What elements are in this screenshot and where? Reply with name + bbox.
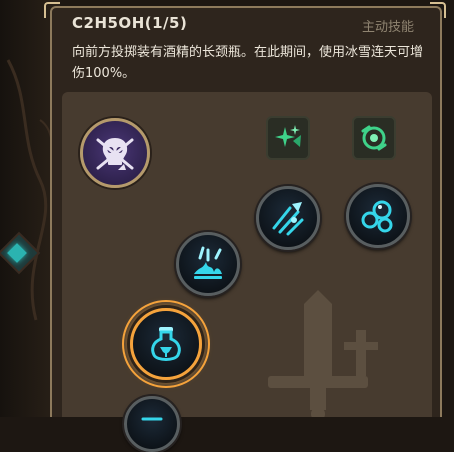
passive-slot-shield[interactable] (352, 116, 396, 160)
skill-description: 向前方投掷装有酒精的长颈瓶。在此期间，使用冰雪连天可增伤100%。 (72, 45, 424, 81)
bubble-orbs-icon (358, 196, 398, 236)
sparkle-wing-icon (273, 123, 303, 153)
skull-bone-icon (92, 130, 138, 176)
skill-node-flask-selected[interactable] (130, 308, 202, 380)
skill-node-bubbles[interactable] (346, 184, 410, 248)
partial-node-icon (137, 409, 167, 439)
claw-slash-icon (268, 198, 308, 238)
sword-watermark-icon (268, 290, 378, 417)
passive-slot-sparkle[interactable] (266, 116, 310, 160)
tooltip-header: C2H5OH(1/5) 主动技能 (72, 14, 414, 38)
skill-node-splash[interactable] (176, 232, 240, 296)
skill-node-partial[interactable] (124, 396, 180, 452)
splash-impact-icon (188, 244, 228, 284)
panel-corner-ornament (44, 2, 60, 18)
skill-type-label: 主动技能 (361, 20, 414, 35)
panel-corner-ornament (430, 2, 446, 18)
flask-bottle-icon (145, 323, 187, 365)
shield-eye-icon (359, 123, 389, 153)
main-skill-node[interactable] (80, 118, 150, 188)
skill-node-claw[interactable] (256, 186, 320, 250)
skill-title: C2H5OH(1/5) (72, 14, 188, 32)
